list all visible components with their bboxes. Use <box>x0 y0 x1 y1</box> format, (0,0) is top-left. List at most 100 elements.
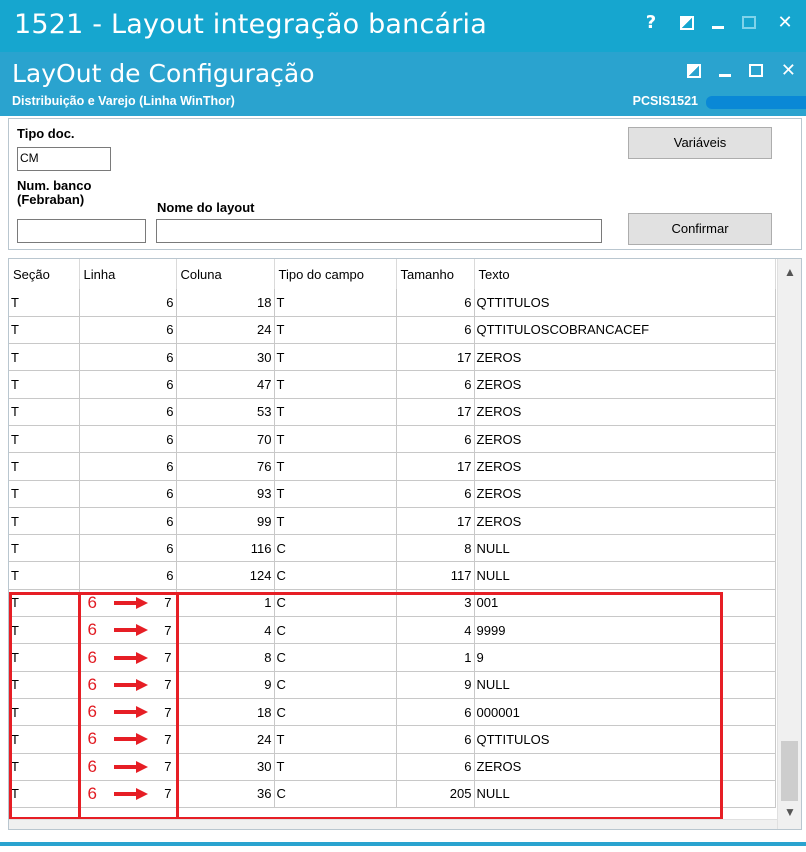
help-icon[interactable]: ? <box>640 12 662 33</box>
table-row[interactable]: T 6 70 T 6 ZEROS <box>9 425 776 454</box>
cell-coluna[interactable]: 53 <box>176 398 275 426</box>
cell-tipo[interactable]: T <box>274 425 397 454</box>
tipo-doc-field[interactable]: CM <box>17 147 111 171</box>
cell-texto[interactable]: ZEROS <box>474 452 776 481</box>
cell-coluna[interactable]: 76 <box>176 452 275 481</box>
cell-texto[interactable]: ZEROS <box>474 370 776 399</box>
cell-linha-changed[interactable]: 67 <box>79 780 177 809</box>
cell-tamanho[interactable]: 6 <box>396 698 475 727</box>
scroll-down-icon[interactable]: ▼ <box>778 805 801 825</box>
cell-texto[interactable]: QTTITULOS <box>474 289 776 317</box>
cell-secao[interactable]: T <box>9 452 80 481</box>
table-row[interactable]: T 6 7 9 C 9 NULL <box>9 671 776 699</box>
cell-linha-changed[interactable]: 67 <box>79 589 177 618</box>
cell-tamanho[interactable]: 1 <box>396 643 475 672</box>
table-row[interactable]: T 6 7 30 T 6 ZEROS <box>9 753 776 781</box>
cell-tipo[interactable]: C <box>274 589 397 618</box>
cell-tipo[interactable]: C <box>274 780 397 809</box>
cell-secao[interactable]: T <box>9 316 80 345</box>
cell-secao[interactable]: T <box>9 343 80 372</box>
table-row[interactable]: T 6 116 C 8 NULL <box>9 534 776 563</box>
table-row[interactable]: T 6 24 T 6 QTTITULOSCOBRANCACEF <box>9 316 776 345</box>
cell-linha[interactable]: 6 <box>79 480 177 508</box>
cell-linha[interactable]: 6 <box>79 452 177 481</box>
cell-linha[interactable]: 6 <box>79 370 177 399</box>
vertical-scrollbar[interactable]: ▲ ▼ <box>777 259 801 829</box>
cell-secao[interactable]: T <box>9 589 80 618</box>
cell-secao[interactable]: T <box>9 289 80 317</box>
table-row[interactable]: T 6 76 T 17 ZEROS <box>9 452 776 481</box>
cell-tamanho[interactable]: 6 <box>396 370 475 399</box>
cell-coluna[interactable]: 1 <box>176 589 275 618</box>
cell-texto[interactable]: ZEROS <box>474 753 776 781</box>
cell-texto[interactable]: NULL <box>474 671 776 699</box>
cell-coluna[interactable]: 8 <box>176 643 275 672</box>
scroll-up-icon[interactable]: ▲ <box>778 265 801 285</box>
table-row[interactable]: T 6 7 18 C 6 000001 <box>9 698 776 727</box>
column-header-coluna[interactable]: Coluna <box>176 259 275 289</box>
cell-linha[interactable]: 6 <box>79 534 177 563</box>
cell-coluna[interactable]: 70 <box>176 425 275 454</box>
scroll-thumb[interactable] <box>781 741 798 801</box>
cell-linha[interactable]: 6 <box>79 425 177 454</box>
cell-tipo[interactable]: T <box>274 480 397 508</box>
cell-texto[interactable]: ZEROS <box>474 425 776 454</box>
cell-linha-changed[interactable]: 67 <box>79 725 177 754</box>
cell-tipo[interactable]: T <box>274 507 397 536</box>
cell-secao[interactable]: T <box>9 753 80 781</box>
column-header-tamanho[interactable]: Tamanho <box>396 259 475 289</box>
cell-tamanho[interactable]: 17 <box>396 507 475 536</box>
cell-texto[interactable]: QTTITULOSCOBRANCACEF <box>474 316 776 345</box>
table-row[interactable]: T 6 99 T 17 ZEROS <box>9 507 776 536</box>
cell-texto[interactable]: ZEROS <box>474 398 776 426</box>
close-icon[interactable]: ✕ <box>781 60 796 81</box>
cell-tamanho[interactable]: 17 <box>396 452 475 481</box>
minimize-icon[interactable] <box>718 74 731 77</box>
cell-linha[interactable]: 6 <box>79 507 177 536</box>
cell-tipo[interactable]: C <box>274 534 397 563</box>
cell-secao[interactable]: T <box>9 425 80 454</box>
cell-secao[interactable]: T <box>9 534 80 563</box>
cell-secao[interactable]: T <box>9 398 80 426</box>
cell-tamanho[interactable]: 6 <box>396 316 475 345</box>
cell-coluna[interactable]: 4 <box>176 616 275 645</box>
restore-icon[interactable] <box>680 15 694 30</box>
cell-tipo[interactable]: T <box>274 725 397 754</box>
cell-secao[interactable]: T <box>9 725 80 754</box>
cell-tipo[interactable]: C <box>274 616 397 645</box>
cell-tipo[interactable]: T <box>274 316 397 345</box>
layout-grid[interactable]: Seção Linha Coluna Tipo do campo Tamanho… <box>8 258 802 830</box>
cell-texto[interactable]: ZEROS <box>474 507 776 536</box>
table-row[interactable]: T 6 30 T 17 ZEROS <box>9 343 776 372</box>
table-row[interactable]: T 6 47 T 6 ZEROS <box>9 370 776 399</box>
cell-coluna[interactable]: 36 <box>176 780 275 809</box>
cell-coluna[interactable]: 30 <box>176 753 275 781</box>
table-row[interactable]: T 6 7 1 C 3 001 <box>9 589 776 618</box>
cell-tamanho[interactable]: 117 <box>396 561 475 590</box>
cell-texto[interactable]: NULL <box>474 780 776 809</box>
cell-texto[interactable]: QTTITULOS <box>474 725 776 754</box>
cell-tamanho[interactable]: 17 <box>396 343 475 372</box>
cell-tamanho[interactable]: 6 <box>396 289 475 317</box>
horizontal-scrollbar[interactable] <box>9 819 777 829</box>
cell-coluna[interactable]: 93 <box>176 480 275 508</box>
cell-linha[interactable]: 6 <box>79 289 177 317</box>
cell-tamanho[interactable]: 6 <box>396 753 475 781</box>
column-header-linha[interactable]: Linha <box>79 259 177 289</box>
cell-tamanho[interactable]: 17 <box>396 398 475 426</box>
cell-linha-changed[interactable]: 67 <box>79 698 177 727</box>
cell-texto[interactable]: NULL <box>474 534 776 563</box>
cell-linha[interactable]: 6 <box>79 561 177 590</box>
cell-linha[interactable]: 6 <box>79 316 177 345</box>
cell-tipo[interactable]: C <box>274 561 397 590</box>
cell-linha[interactable]: 6 <box>79 343 177 372</box>
cell-linha-changed[interactable]: 67 <box>79 753 177 781</box>
column-header-texto[interactable]: Texto <box>474 259 776 289</box>
cell-tamanho[interactable]: 6 <box>396 725 475 754</box>
cell-coluna[interactable]: 18 <box>176 698 275 727</box>
cell-secao[interactable]: T <box>9 780 80 809</box>
cell-tamanho[interactable]: 8 <box>396 534 475 563</box>
cell-texto[interactable]: ZEROS <box>474 343 776 372</box>
table-row[interactable]: T 6 18 T 6 QTTITULOS <box>9 289 776 317</box>
cell-texto[interactable]: 9999 <box>474 616 776 645</box>
